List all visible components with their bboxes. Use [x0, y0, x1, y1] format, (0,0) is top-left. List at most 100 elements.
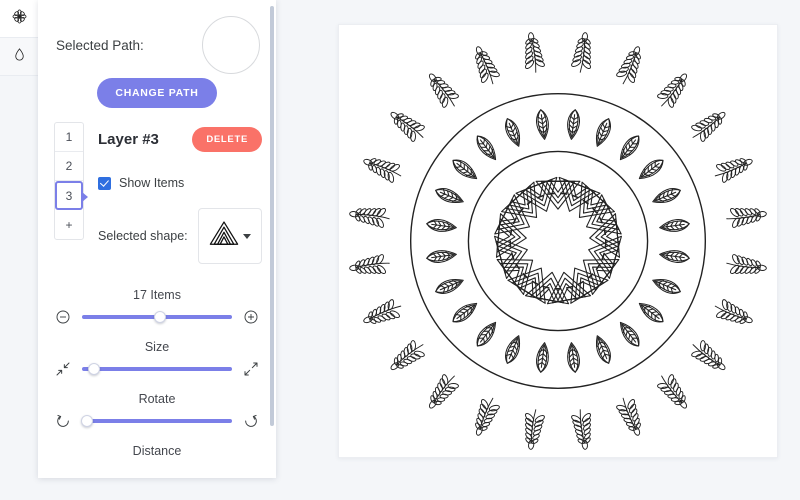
items-slider-track[interactable]	[82, 310, 232, 324]
mandala-motif	[616, 397, 641, 436]
layer-tab-2[interactable]: 2	[55, 152, 83, 181]
shrink-icon[interactable]	[54, 360, 72, 378]
items-slider-thumb[interactable]	[154, 311, 166, 323]
mandala-motif	[426, 219, 457, 232]
show-items-checkbox[interactable]	[98, 176, 111, 190]
mandala-tool-button[interactable]	[0, 0, 38, 38]
show-items-row[interactable]: Show Items	[98, 176, 262, 190]
mandala-motif	[657, 374, 688, 409]
delete-layer-button[interactable]: DELETE	[192, 126, 262, 152]
mandala-motif	[525, 32, 545, 73]
mandala-motif	[428, 73, 459, 108]
shape-select-dropdown[interactable]	[198, 208, 262, 264]
mandala-motif	[475, 46, 500, 85]
mandala-motif	[659, 250, 690, 263]
size-slider-track[interactable]	[82, 362, 232, 376]
inner-triangle-ring	[494, 176, 622, 305]
layer-header: Layer #3 DELETE	[98, 122, 262, 156]
selected-shape-label: Selected shape:	[98, 229, 188, 243]
mandala-motif	[390, 111, 425, 142]
size-slider-thumb[interactable]	[88, 363, 100, 375]
droplet-tool-button[interactable]	[0, 38, 38, 76]
mandala-motif	[435, 279, 464, 294]
mandala-motif	[452, 159, 478, 180]
rotate-ccw-icon[interactable]	[54, 412, 72, 430]
mandala-motif	[475, 397, 500, 436]
show-items-label: Show Items	[119, 176, 185, 190]
mandala-motif	[596, 118, 611, 147]
rotate-slider-thumb[interactable]	[80, 415, 93, 427]
layer-title: Layer #3	[98, 130, 159, 148]
mandala-motif	[714, 299, 753, 324]
mandala-motif	[536, 109, 549, 140]
selected-path-row: Selected Path:	[38, 0, 276, 74]
layer-tab-3[interactable]: 3	[55, 181, 88, 210]
mandala-motif	[558, 176, 601, 212]
mandala-motif	[571, 32, 591, 73]
mandala-motif	[349, 254, 390, 274]
mandala-motif	[726, 254, 767, 274]
mandala-motif	[363, 158, 402, 183]
path-preview-circle[interactable]	[202, 16, 260, 74]
rotate-slider-group: Rotate	[54, 392, 260, 430]
mandala-motif	[657, 73, 688, 108]
mandala-motif	[691, 111, 726, 142]
mandala-motif	[659, 219, 690, 232]
distance-slider-caption: Distance	[132, 444, 182, 458]
mandala-artwork	[349, 32, 767, 450]
mandala-motif	[428, 374, 459, 409]
change-path-button[interactable]: CHANGE PATH	[97, 78, 217, 108]
mandala-motif	[638, 159, 664, 180]
size-slider-caption: Size	[144, 340, 170, 354]
mandala-icon	[11, 8, 28, 30]
selected-path-label: Selected Path:	[56, 37, 144, 53]
plus-circle-icon[interactable]	[242, 308, 260, 326]
mandala-motif	[435, 188, 464, 203]
droplet-icon	[12, 46, 27, 68]
size-slider-group: Size	[54, 340, 260, 378]
rotate-cw-icon[interactable]	[242, 412, 260, 430]
mandala-motif	[638, 302, 664, 323]
mandala-motif	[515, 176, 558, 212]
middle-leaf-ring	[426, 109, 690, 373]
mandala-motif	[505, 335, 520, 364]
mandala-motif	[476, 321, 497, 347]
items-slider-group: 17 Items	[54, 288, 260, 326]
mandala-motif	[536, 342, 549, 373]
mandala-motif	[726, 208, 767, 228]
layer-tab-1[interactable]: 1	[55, 123, 83, 152]
layer-tab-list: 1 2 3 +	[54, 122, 88, 240]
guide-circles	[409, 92, 707, 390]
mandala-motif	[476, 135, 497, 161]
mandala-motif	[349, 208, 390, 228]
mandala-motif	[567, 342, 580, 373]
mandala-canvas[interactable]	[338, 24, 778, 458]
panel-scroll-area[interactable]: Selected Path: CHANGE PATH 1 2 3 + Layer…	[38, 0, 276, 478]
mandala-motif	[616, 46, 641, 85]
chevron-down-icon	[243, 233, 251, 239]
mandala-motif	[619, 135, 640, 161]
control-panel: Selected Path: CHANGE PATH 1 2 3 + Layer…	[38, 0, 276, 478]
rotate-slider-caption: Rotate	[138, 392, 176, 406]
layer-area: 1 2 3 + Layer #3 DELETE Show Items Selec…	[38, 122, 276, 264]
tool-rail	[0, 0, 38, 500]
minus-circle-icon[interactable]	[54, 308, 72, 326]
panel-scrollbar[interactable]	[270, 6, 274, 426]
add-layer-tab[interactable]: +	[55, 210, 83, 239]
mandala-motif	[619, 321, 640, 347]
mandala-motif	[426, 250, 457, 263]
mandala-motif	[596, 335, 611, 364]
slider-section: 17 Items Size Rotate Distance	[38, 288, 276, 458]
rotate-slider-track[interactable]	[80, 414, 232, 428]
expand-icon[interactable]	[242, 360, 260, 378]
mandala-motif	[363, 299, 402, 324]
mandala-motif	[652, 188, 681, 203]
selected-shape-row: Selected shape:	[98, 208, 262, 264]
mandala-motif	[652, 279, 681, 294]
layer-body: Layer #3 DELETE Show Items Selected shap…	[98, 122, 276, 264]
mandala-motif	[714, 158, 753, 183]
mandala-motif	[571, 409, 591, 450]
mandala-motif	[567, 109, 580, 140]
mandala-motif	[452, 302, 478, 323]
mandala-motif	[525, 409, 545, 450]
